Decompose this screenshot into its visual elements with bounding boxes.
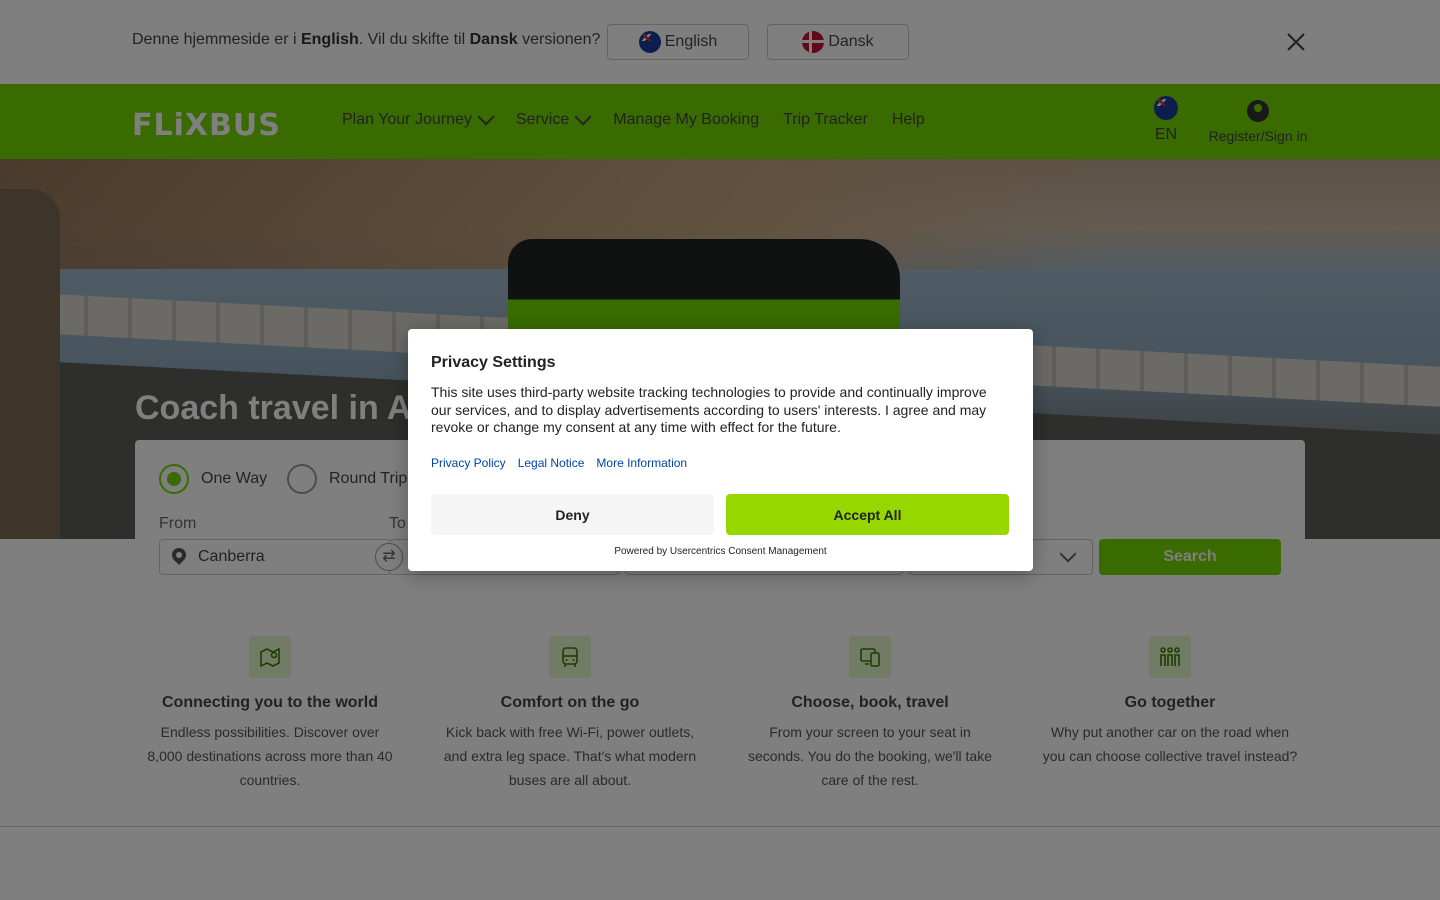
privacy-links: Privacy Policy Legal Notice More Informa… [431, 456, 687, 470]
privacy-body-text: This site uses third-party website track… [431, 384, 987, 435]
legal-notice-link[interactable]: Legal Notice [518, 456, 585, 470]
privacy-settings-dialog: Privacy Settings This site uses third-pa… [408, 329, 1033, 571]
privacy-title: Privacy Settings [431, 354, 556, 371]
powered-by-text: Powered by Usercentrics Consent Manageme… [614, 546, 827, 557]
deny-button[interactable]: Deny [431, 494, 714, 535]
more-information-link[interactable]: More Information [596, 456, 687, 470]
accept-all-button[interactable]: Accept All [726, 494, 1009, 535]
privacy-policy-link[interactable]: Privacy Policy [431, 456, 506, 470]
